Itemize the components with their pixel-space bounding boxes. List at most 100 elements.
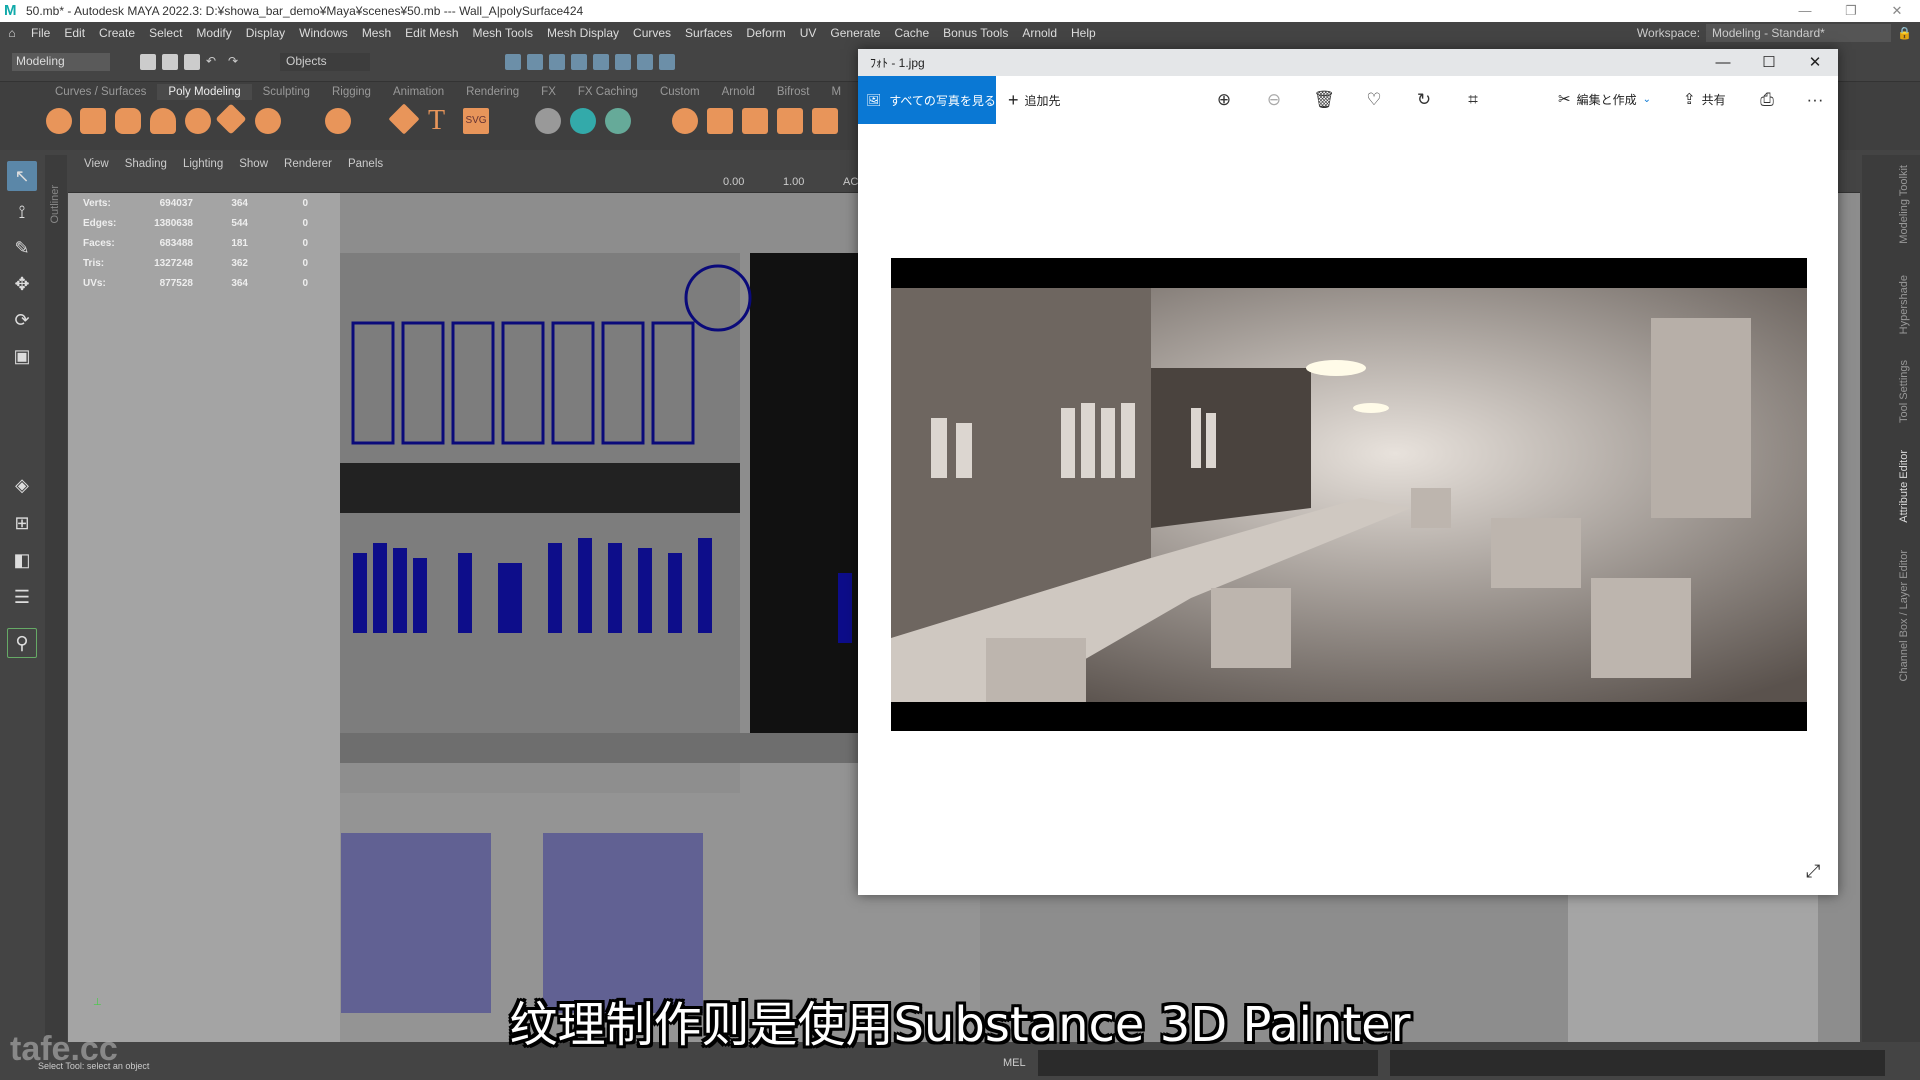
freeze-transform-icon[interactable] bbox=[570, 108, 596, 134]
photos-maximize-button[interactable]: ☐ bbox=[1746, 49, 1792, 76]
snap-grid-icon[interactable] bbox=[505, 54, 521, 70]
mel-label[interactable]: MEL bbox=[1003, 1057, 1026, 1069]
shelf-tab[interactable]: Arnold bbox=[711, 84, 766, 100]
select-tool-icon[interactable]: ↖ bbox=[7, 161, 37, 191]
menu-curves[interactable]: Curves bbox=[626, 26, 678, 40]
photos-close-button[interactable]: ✕ bbox=[1792, 49, 1838, 76]
menu-deform[interactable]: Deform bbox=[739, 26, 792, 40]
print-icon[interactable]: ⎙ bbox=[1756, 90, 1778, 110]
workspace-dropdown[interactable]: Modeling - Standard* bbox=[1706, 24, 1892, 42]
snap-help-icon[interactable] bbox=[659, 54, 675, 70]
lock-icon[interactable]: 🔒 bbox=[1897, 26, 1912, 40]
snap-view-icon[interactable] bbox=[571, 54, 587, 70]
shelf-tab[interactable]: Rigging bbox=[321, 84, 382, 100]
combine-icon[interactable] bbox=[672, 108, 698, 134]
type-tool-icon[interactable]: T bbox=[428, 107, 454, 135]
tab-attribute-editor[interactable]: Attribute Editor bbox=[1898, 450, 1910, 523]
menu-edit[interactable]: Edit bbox=[57, 26, 92, 40]
viewport-menu-show[interactable]: Show bbox=[231, 158, 276, 170]
viewport-menu-view[interactable]: View bbox=[76, 158, 117, 170]
menu-mesh-tools[interactable]: Mesh Tools bbox=[466, 26, 540, 40]
shelf-tab[interactable]: Animation bbox=[382, 84, 455, 100]
smooth-icon[interactable] bbox=[777, 108, 803, 134]
shelf-tab[interactable]: FX Caching bbox=[567, 84, 649, 100]
svg-tool-icon[interactable]: SVG bbox=[463, 108, 489, 134]
menu-help[interactable]: Help bbox=[1064, 26, 1103, 40]
menu-mesh-display[interactable]: Mesh Display bbox=[540, 26, 626, 40]
lasso-tool-icon[interactable]: ⟟ bbox=[7, 197, 37, 227]
shelf-tab[interactable]: Bifrost bbox=[766, 84, 821, 100]
poly-cone-icon[interactable] bbox=[150, 108, 176, 134]
viewport-menu-renderer[interactable]: Renderer bbox=[276, 158, 340, 170]
poly-cube-icon[interactable] bbox=[80, 108, 106, 134]
shelf-tab[interactable]: Curves / Surfaces bbox=[44, 84, 157, 100]
open-scene-icon[interactable] bbox=[162, 54, 178, 70]
redo-icon[interactable]: ↷ bbox=[228, 54, 244, 70]
share-button[interactable]: ⇪ 共有 bbox=[1683, 90, 1726, 108]
search-icon[interactable]: ⚲ bbox=[7, 628, 37, 658]
tab-hypershade[interactable]: Hypershade bbox=[1898, 275, 1910, 334]
home-icon[interactable]: ⌂ bbox=[0, 26, 24, 40]
snap-plane-icon[interactable] bbox=[637, 54, 653, 70]
menu-surfaces[interactable]: Surfaces bbox=[678, 26, 739, 40]
shelf-tab-active[interactable]: Poly Modeling bbox=[157, 84, 252, 100]
paint-select-icon[interactable]: ✎ bbox=[7, 233, 37, 263]
zoom-in-icon[interactable]: ⊕ bbox=[1213, 90, 1235, 110]
viewport-menu-lighting[interactable]: Lighting bbox=[175, 158, 231, 170]
new-scene-icon[interactable] bbox=[140, 54, 156, 70]
snap-curve-icon[interactable] bbox=[527, 54, 543, 70]
outliner-layout-icon[interactable]: ☰ bbox=[7, 582, 37, 612]
menu-mesh[interactable]: Mesh bbox=[355, 26, 398, 40]
rotate-tool-icon[interactable]: ⟳ bbox=[7, 305, 37, 335]
see-all-photos-button[interactable]: 🖼 すべての写真を見る bbox=[858, 76, 996, 124]
boolean-icon[interactable] bbox=[812, 108, 838, 134]
poly-cylinder-icon[interactable] bbox=[115, 108, 141, 134]
two-pane-icon[interactable]: ◧ bbox=[7, 545, 37, 575]
single-pane-icon[interactable]: ◈ bbox=[7, 470, 37, 500]
zoom-out-icon[interactable]: ⊖ bbox=[1263, 90, 1285, 110]
menu-edit-mesh[interactable]: Edit Mesh bbox=[398, 26, 465, 40]
exposure-value[interactable]: 0.00 bbox=[723, 176, 744, 188]
menu-display[interactable]: Display bbox=[239, 26, 292, 40]
color-management-label[interactable]: AC bbox=[843, 176, 858, 188]
viewport-menu-shading[interactable]: Shading bbox=[117, 158, 175, 170]
snap-vertex-icon[interactable] bbox=[615, 54, 631, 70]
selection-mask-dropdown[interactable]: Objects bbox=[280, 53, 370, 71]
shelf-tab[interactable]: Sculpting bbox=[252, 84, 321, 100]
edit-create-button[interactable]: ✂ 編集と作成 ⌄ bbox=[1558, 90, 1651, 108]
add-to-button[interactable]: + 追加先 bbox=[1008, 76, 1061, 124]
platonic-solid-icon[interactable] bbox=[325, 108, 351, 134]
shelf-tab[interactable]: Rendering bbox=[455, 84, 530, 100]
tab-modeling-toolkit[interactable]: Modeling Toolkit bbox=[1898, 165, 1910, 244]
fullscreen-expand-icon[interactable]: ⤢ bbox=[1806, 861, 1820, 882]
close-button[interactable]: ✕ bbox=[1874, 0, 1920, 22]
snap-point-icon[interactable] bbox=[549, 54, 565, 70]
poly-disc-icon[interactable] bbox=[255, 108, 281, 134]
poly-sphere-icon[interactable] bbox=[46, 108, 72, 134]
menu-cache[interactable]: Cache bbox=[887, 26, 936, 40]
gamma-value[interactable]: 1.00 bbox=[783, 176, 804, 188]
undo-icon[interactable]: ↶ bbox=[206, 54, 222, 70]
four-pane-icon[interactable]: ⊞ bbox=[7, 508, 37, 538]
menu-uv[interactable]: UV bbox=[793, 26, 824, 40]
menu-set-dropdown[interactable]: Modeling bbox=[12, 53, 110, 71]
sweep-mesh-icon[interactable] bbox=[535, 108, 561, 134]
restore-button[interactable]: ❐ bbox=[1828, 0, 1874, 22]
photos-minimize-button[interactable]: — bbox=[1700, 49, 1746, 76]
snap-surface-icon[interactable] bbox=[593, 54, 609, 70]
tab-tool-settings[interactable]: Tool Settings bbox=[1898, 360, 1910, 423]
menu-create[interactable]: Create bbox=[92, 26, 142, 40]
menu-arnold[interactable]: Arnold bbox=[1015, 26, 1064, 40]
reset-transform-icon[interactable] bbox=[605, 108, 631, 134]
menu-modify[interactable]: Modify bbox=[189, 26, 238, 40]
extract-icon[interactable] bbox=[742, 108, 768, 134]
crop-icon[interactable]: ⌗ bbox=[1462, 90, 1484, 110]
menu-select[interactable]: Select bbox=[142, 26, 189, 40]
move-tool-icon[interactable]: ✥ bbox=[7, 269, 37, 299]
poly-torus-icon[interactable] bbox=[185, 108, 211, 134]
tab-channel-box[interactable]: Channel Box / Layer Editor bbox=[1898, 550, 1910, 681]
viewport-menu-panels[interactable]: Panels bbox=[340, 158, 391, 170]
menu-generate[interactable]: Generate bbox=[823, 26, 887, 40]
save-scene-icon[interactable] bbox=[184, 54, 200, 70]
delete-icon[interactable]: 🗑 bbox=[1313, 90, 1335, 110]
